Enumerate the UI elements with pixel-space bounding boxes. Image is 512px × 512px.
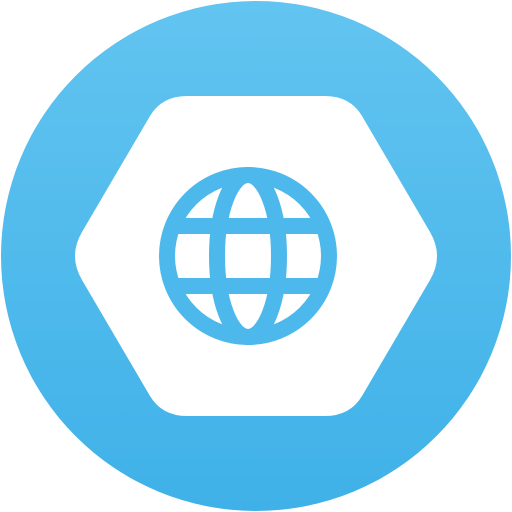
browser-app-icon[interactable] xyxy=(0,0,512,512)
app-icon-graphic xyxy=(1,1,511,511)
